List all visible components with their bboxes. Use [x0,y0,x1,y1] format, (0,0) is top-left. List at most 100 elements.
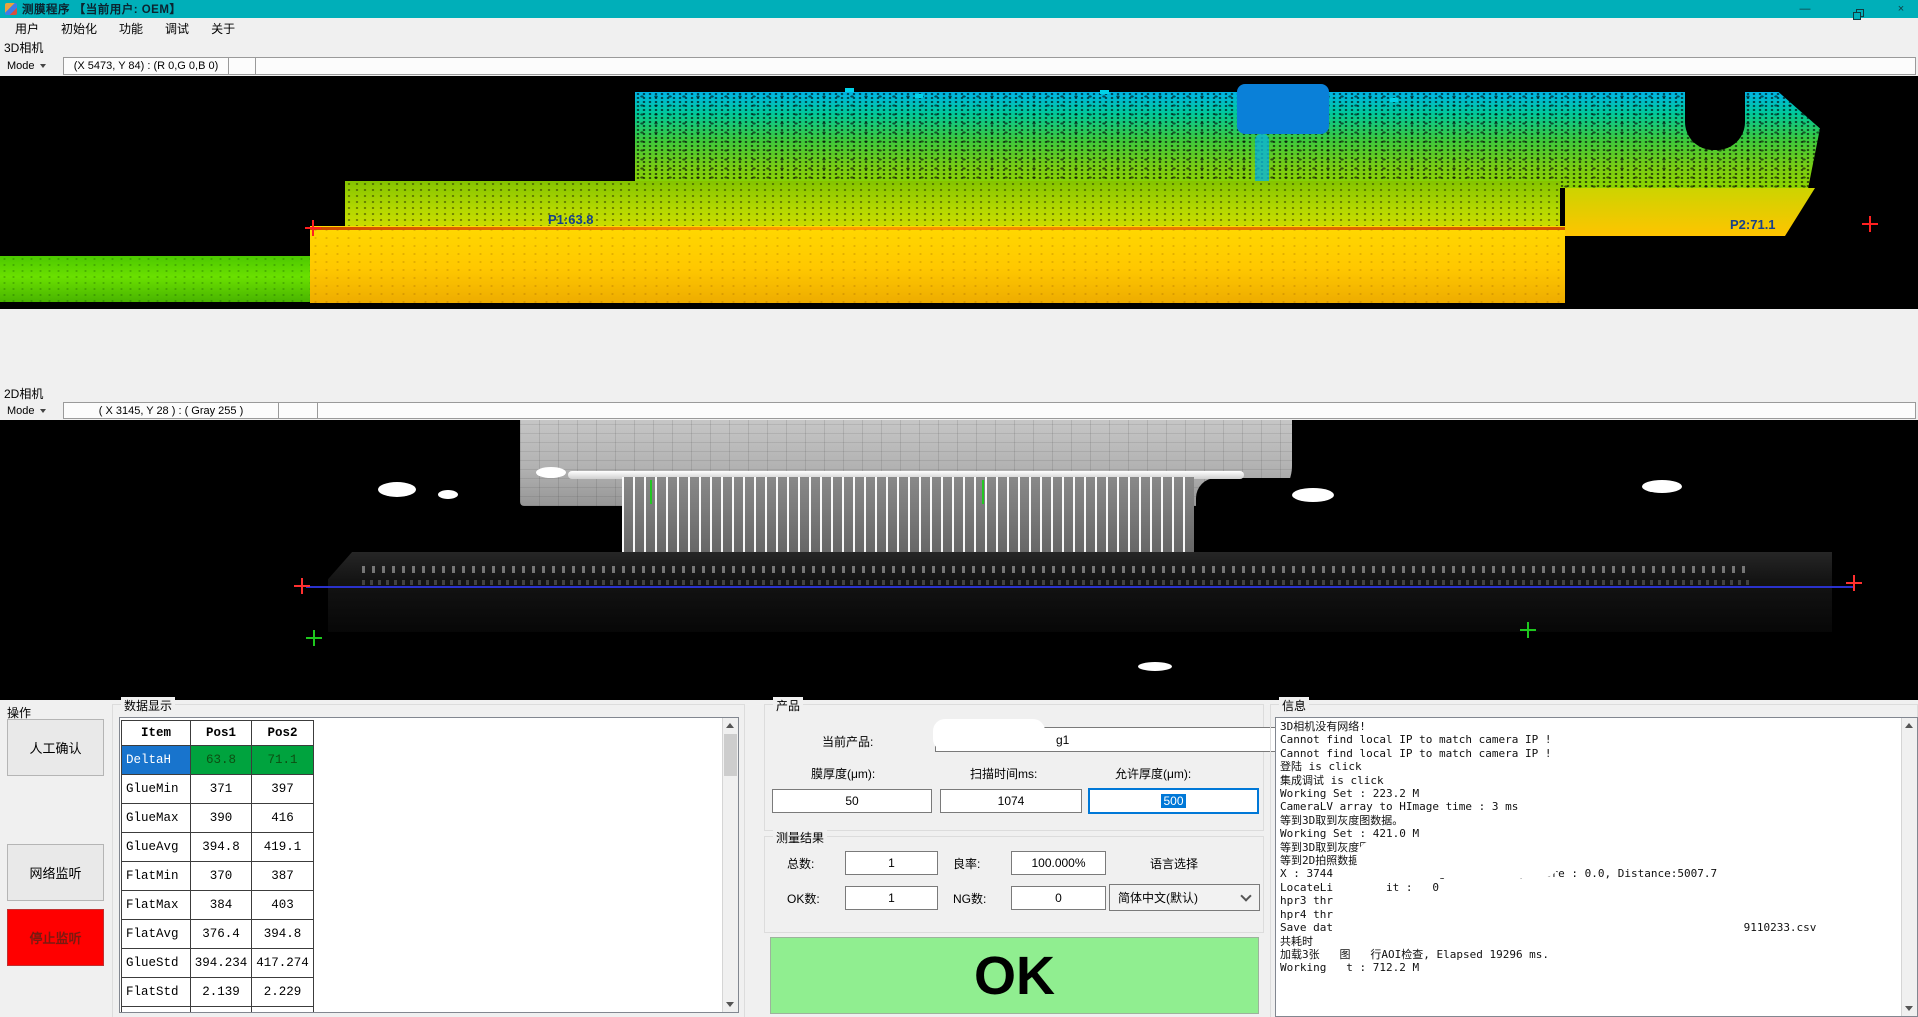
chevron-down-icon [40,64,46,68]
heightmap-notch [1685,92,1745,150]
title-bar: 测膜程序 【当前用户: OEM】 — × [0,0,1918,18]
glue-blob [536,467,566,478]
camera2d-status-spacer [318,402,1916,419]
film-thickness-label: 膜厚度(μm): [811,765,875,782]
scroll-up-icon[interactable] [1902,718,1916,733]
ok-count-label: OK数: [787,890,820,907]
data-table: ItemPos1Pos2DeltaH63.871.1GlueMin371397G… [121,720,314,1013]
heightmap-blue-patch [1237,84,1329,134]
camera3d-mode-label: Mode [7,60,35,72]
scrollbar-thumb[interactable] [724,734,737,776]
current-product-value: g1 [1056,733,1069,747]
log-line: Working t : 712.2 M [1280,961,1917,974]
ok-count-input[interactable]: 1 [845,886,938,910]
scan-time-input[interactable]: 1074 [940,789,1082,813]
chevron-down-icon [1240,890,1251,901]
menu-item-debug[interactable]: 调试 [154,18,200,39]
menu-item-user[interactable]: 用户 [4,18,50,39]
camera3d-status: (X 5473, Y 84) : (R 0,G 0,B 0) [63,57,229,75]
table-column-header: Pos2 [252,721,314,746]
glue-blob [1292,488,1334,502]
log-line: LocateLi it : 0 [1280,881,1917,894]
manual-confirm-button[interactable]: 人工确认 [7,719,104,776]
glue-blob [378,482,416,497]
camera3d-view[interactable]: P1:63.8 P2:71.1 [0,76,1918,309]
scroll-down-icon[interactable] [723,997,737,1012]
chevron-down-icon [40,409,46,413]
table-row[interactable]: FlatMin370387 [122,862,314,891]
data-display-group: 数据显示 ItemPos1Pos2DeltaH63.871.1GlueMin37… [112,704,745,1017]
table-row[interactable]: FlatStd2.1392.229 [122,978,314,1007]
log-line: Working Set : 421.0 M [1280,827,1917,840]
table-scrollbar[interactable] [722,718,738,1012]
results-label: 测量结果 [773,829,827,846]
menu-bar: 用户 初始化 功能 调试 关于 [0,18,1918,38]
heightmap-right-yellow [1565,188,1815,236]
log-line: CameraLV array to HImage time : 3 ms [1280,800,1917,813]
log-line: 集成调试 is click [1280,774,1917,787]
camera2d-status-cell [279,402,318,419]
glue-blob [1642,480,1682,493]
camera3d-mode-dropdown[interactable]: Mode [0,56,63,76]
table-row[interactable]: DeltaH63.871.1 [122,746,314,775]
table-row[interactable]: GlueAvg394.8419.1 [122,833,314,862]
language-select-label: 语言选择 [1150,855,1198,872]
film-thickness-input[interactable]: 50 [772,789,932,813]
crosshair-marker [1862,216,1878,232]
minimize-button[interactable]: — [1798,0,1812,18]
language-select[interactable]: 简体中文(默认) [1109,884,1260,911]
app-icon [5,3,17,15]
total-input[interactable]: 1 [845,851,938,875]
heightmap-upper-deck [635,92,1820,188]
scroll-up-icon[interactable] [723,718,737,733]
table-row[interactable]: GlueMin371397 [122,775,314,804]
stop-listen-button[interactable]: 停止监听 [7,909,104,966]
pcb-notch [1196,478,1296,506]
camera3d-label: 3D相机 [0,38,1918,56]
menu-item-init[interactable]: 初始化 [50,18,108,39]
pin-marker [650,480,652,504]
glue-blob [1138,662,1172,671]
info-label: 信息 [1279,697,1309,714]
base-bar [328,552,1832,632]
info-log-box[interactable]: 3D相机没有网络!Cannot find local IP to match c… [1275,717,1918,1017]
product-label: 产品 [773,697,803,714]
crosshair-marker [1520,622,1536,638]
close-button[interactable]: × [1894,0,1908,18]
allowed-thickness-input[interactable]: 500 [1088,788,1259,814]
bottom-panel: 操作 人工确认 网络监听 停止监听 数据显示 ItemPos1Pos2Delta… [0,700,1918,1017]
ng-count-input[interactable]: 0 [1011,886,1106,910]
scroll-down-icon[interactable] [1902,1001,1916,1016]
camera2d-mode-label: Mode [7,405,35,417]
table-row[interactable]: FlatAvg376.4394.8 [122,920,314,949]
log-line: Working Set : 223.2 M [1280,787,1917,800]
table-row[interactable]: X2583.57966.7 [122,1007,314,1014]
heightmap-cyan-dot [1390,98,1398,102]
glue-blob [438,490,458,499]
heightmap-cyan-dot [915,94,923,98]
camera3d-status-spacer [256,57,1916,75]
menu-item-function[interactable]: 功能 [108,18,154,39]
yield-input[interactable]: 100.000% [1011,851,1106,875]
heightmap-yellow-slab [310,226,1565,303]
product-group: 产品 当前产品: g1 膜厚度(μm): 扫描时间ms: 允许厚度(μm): 5… [764,704,1264,831]
table-row[interactable]: GlueMax390416 [122,804,314,833]
heightmap-mid-band [345,181,1560,228]
selected-text: 500 [1161,794,1185,808]
scan-time-label: 扫描时间ms: [970,765,1037,782]
camera2d-mode-dropdown[interactable]: Mode [0,401,63,420]
data-display-label: 数据显示 [121,697,175,714]
table-row[interactable]: GlueStd394.234417.274 [122,949,314,978]
crosshair-marker [305,220,321,236]
base-ticks [362,566,1752,573]
log-scrollbar[interactable] [1901,718,1917,1016]
measure-line [306,586,1854,588]
language-value: 简体中文(默认) [1118,889,1198,906]
menu-item-about[interactable]: 关于 [200,18,246,39]
redaction-blob [933,719,1045,751]
network-listen-button[interactable]: 网络监听 [7,844,104,901]
total-label: 总数: [787,855,814,872]
table-row[interactable]: FlatMax384403 [122,891,314,920]
log-line: 等到3D取到灰度图数据。 [1280,814,1917,827]
camera2d-view[interactable] [0,420,1918,700]
